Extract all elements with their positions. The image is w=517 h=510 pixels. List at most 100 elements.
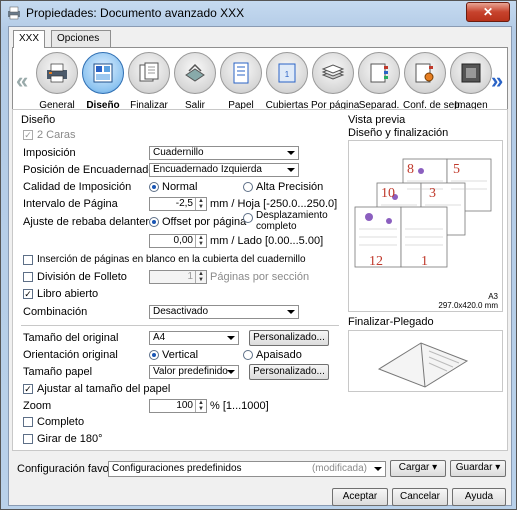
ribbon-salir[interactable]: Salir xyxy=(173,52,217,111)
orientacion-apaisado-label: Apaisado xyxy=(256,349,302,361)
preview-panel: Vista previa Diseño y finalización 8 5 1… xyxy=(346,110,506,450)
rebaba-desplazamiento-radio[interactable] xyxy=(243,213,253,223)
page-number: 5 xyxy=(453,162,460,177)
rebaba-spinner[interactable]: 0,00 ▲ ▼ xyxy=(149,234,207,248)
tab-opciones-avanzadas[interactable]: Opciones avanzadas xyxy=(51,30,112,60)
zoom-label: Zoom xyxy=(23,400,52,412)
section-title: Diseño xyxy=(21,114,56,126)
tam-papel-select[interactable]: Valor predefinido xyxy=(149,365,239,379)
guardar-button[interactable]: Guardar ▾ xyxy=(450,460,506,477)
tam-original-select[interactable]: A4 xyxy=(149,331,239,345)
page-number: 3 xyxy=(429,186,436,201)
output-tray-icon xyxy=(185,63,205,82)
intervalo-unit: mm / Hoja [-250.0...250.0] xyxy=(210,198,338,210)
division-spinner[interactable]: 1 ▲ ▼ xyxy=(149,270,207,284)
ayuda-button[interactable]: Ayuda xyxy=(452,488,506,506)
orientacion-apaisado-radio[interactable] xyxy=(243,350,253,360)
chevron-down-icon xyxy=(374,467,382,471)
cover-icon: 1 xyxy=(278,63,296,83)
orientacion-label: Orientación original xyxy=(23,349,118,361)
svg-text:1: 1 xyxy=(285,70,290,79)
layout-settings: Diseño ✓ 2 Caras Imposición Cuadernillo … xyxy=(13,110,343,450)
separator-settings-icon xyxy=(415,63,434,83)
favorites-select[interactable]: Configuraciones predefinidos (modificada… xyxy=(108,461,386,477)
preview-subtitle: Diseño y finalización xyxy=(348,127,449,139)
chevron-down-icon: ▾ xyxy=(432,462,438,473)
chevron-down-icon xyxy=(227,370,235,374)
finishing-icon xyxy=(139,62,159,82)
calidad-label: Calidad de Imposición xyxy=(23,181,132,193)
division-unit: Páginas por sección xyxy=(210,271,310,283)
girar-checkbox[interactable] xyxy=(23,434,33,444)
chevron-down-icon xyxy=(287,310,295,314)
ribbon-por-pagina[interactable]: Por página xyxy=(311,52,359,111)
calidad-normal-radio[interactable] xyxy=(149,182,159,192)
preview-size-label: A3 xyxy=(488,292,498,301)
insercion-label: Inserción de páginas en blanco en la cub… xyxy=(37,254,306,265)
chevron-down-icon: ▾ xyxy=(495,462,501,473)
ribbon-general[interactable]: General xyxy=(35,52,79,111)
ribbon-cubiertas[interactable]: 1 Cubiertas xyxy=(265,52,309,111)
spinner-arrows-icon: ▲ ▼ xyxy=(195,400,206,412)
ribbon-conf-sep[interactable]: Conf. de sep. xyxy=(403,52,462,111)
division-checkbox[interactable] xyxy=(23,272,33,282)
divider xyxy=(21,325,339,326)
chevron-down-icon xyxy=(227,336,235,340)
ribbon-diseno[interactable]: Diseño xyxy=(81,52,125,111)
ribbon-imagen[interactable]: Imagen xyxy=(449,52,493,111)
spinner-arrows-icon: ▲ ▼ xyxy=(195,271,206,283)
chevron-down-icon xyxy=(287,151,295,155)
calidad-alta-label: Alta Precisión xyxy=(256,181,324,193)
completo-checkbox[interactable] xyxy=(23,417,33,427)
cargar-button[interactable]: Cargar ▾ xyxy=(390,460,446,477)
image-icon xyxy=(461,63,481,83)
calidad-alta-radio[interactable] xyxy=(243,182,253,192)
fold-preview-title: Finalizar-Plegado xyxy=(348,316,434,328)
imposicion-label: Imposición xyxy=(23,147,76,159)
rebaba-unit: mm / Lado [0.00...5.00] xyxy=(210,235,324,247)
spinner-arrows-icon: ▲ ▼ xyxy=(195,198,206,210)
intervalo-spinner[interactable]: -2,5 ▲ ▼ xyxy=(149,197,207,211)
title-bar: Propiedades: Documento avanzado XXX ✕ xyxy=(1,1,516,25)
ribbon-papel[interactable]: Papel xyxy=(219,52,263,111)
division-label: División de Folleto xyxy=(37,271,127,283)
preview-size-value: 297.0x420.0 mm xyxy=(438,301,498,310)
ribbon-separad[interactable]: Separad. xyxy=(357,52,401,111)
tam-original-personalizado-button[interactable]: Personalizado... xyxy=(249,330,329,346)
orientacion-vertical-radio[interactable] xyxy=(149,350,159,360)
dialog-client: XXX Opciones avanzadas « » General Diseñ… xyxy=(8,26,512,506)
close-button[interactable]: ✕ xyxy=(466,2,510,22)
separator-icon xyxy=(370,63,388,83)
encuadernado-label: Posición de Encuadernado xyxy=(23,164,155,176)
properties-dialog: Propiedades: Documento avanzado XXX ✕ XX… xyxy=(0,0,517,510)
window-title: Propiedades: Documento avanzado XXX xyxy=(26,6,245,20)
combinacion-select[interactable]: Desactivado xyxy=(149,305,299,319)
zoom-spinner[interactable]: 100 ▲ ▼ xyxy=(149,399,207,413)
page-number: 10 xyxy=(381,186,395,201)
rebaba-desplazamiento-label: Desplazamiento xyxy=(256,210,328,221)
layout-preview: 8 5 10 3 12 1 A3 297.0x420.0 mm xyxy=(348,140,503,312)
tam-papel-label: Tamaño papel xyxy=(23,366,93,378)
preview-title: Vista previa xyxy=(348,114,406,126)
rebaba-offset-radio[interactable] xyxy=(149,217,159,227)
ribbon-finalizar[interactable]: Finalizar xyxy=(127,52,171,111)
insercion-checkbox[interactable] xyxy=(23,255,33,265)
rebaba-label: Ajuste de rebaba delantera xyxy=(23,216,156,228)
libro-checkbox[interactable]: ✓ xyxy=(23,289,33,299)
ajustar-checkbox[interactable]: ✓ xyxy=(23,384,33,394)
scroll-left-icon[interactable]: « xyxy=(16,68,28,94)
cancelar-button[interactable]: Cancelar xyxy=(392,488,448,506)
calidad-normal-label: Normal xyxy=(162,181,198,193)
fold-preview xyxy=(348,330,503,392)
aceptar-button[interactable]: Aceptar xyxy=(332,488,388,506)
page-number: 8 xyxy=(407,162,414,177)
rebaba-desplazamiento-label-2: completo xyxy=(256,221,297,232)
encuadernado-select[interactable]: Encuadernado Izquierda xyxy=(149,163,299,177)
combinacion-label: Combinación xyxy=(23,306,88,318)
booklet-preview-image: 8 5 10 3 12 1 xyxy=(354,158,492,269)
dos-caras-checkbox[interactable]: ✓ xyxy=(23,130,33,140)
tab-xxx[interactable]: XXX xyxy=(13,30,46,48)
printer-icon xyxy=(47,63,67,83)
tam-papel-personalizado-button[interactable]: Personalizado... xyxy=(249,364,329,380)
imposicion-select[interactable]: Cuadernillo xyxy=(149,146,299,160)
